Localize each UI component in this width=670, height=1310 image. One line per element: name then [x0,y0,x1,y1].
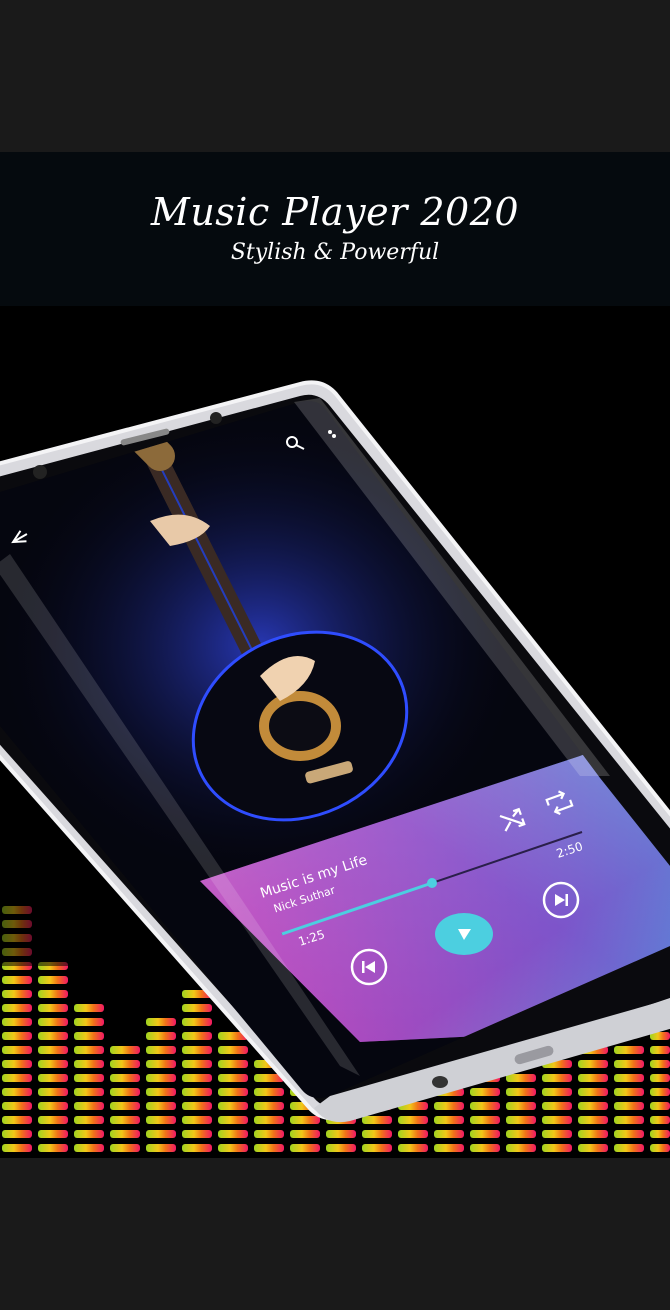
play-button[interactable] [435,913,493,955]
promo-header: Music Player 2020 Stylish & Powerful [0,152,670,306]
phone-mockup-illustration: Music is my Life Nick Suthar 2:50 1:25 [0,380,670,1152]
seek-thumb[interactable] [427,878,437,888]
headphone-jack [432,1076,448,1088]
promo-title: Music Player 2020 [150,190,520,234]
bottom-band [0,1158,670,1310]
phone-stage: Music is my Life Nick Suthar 2:50 1:25 [0,306,670,1158]
promo-subtitle: Stylish & Powerful [230,240,440,265]
top-band [0,0,670,152]
